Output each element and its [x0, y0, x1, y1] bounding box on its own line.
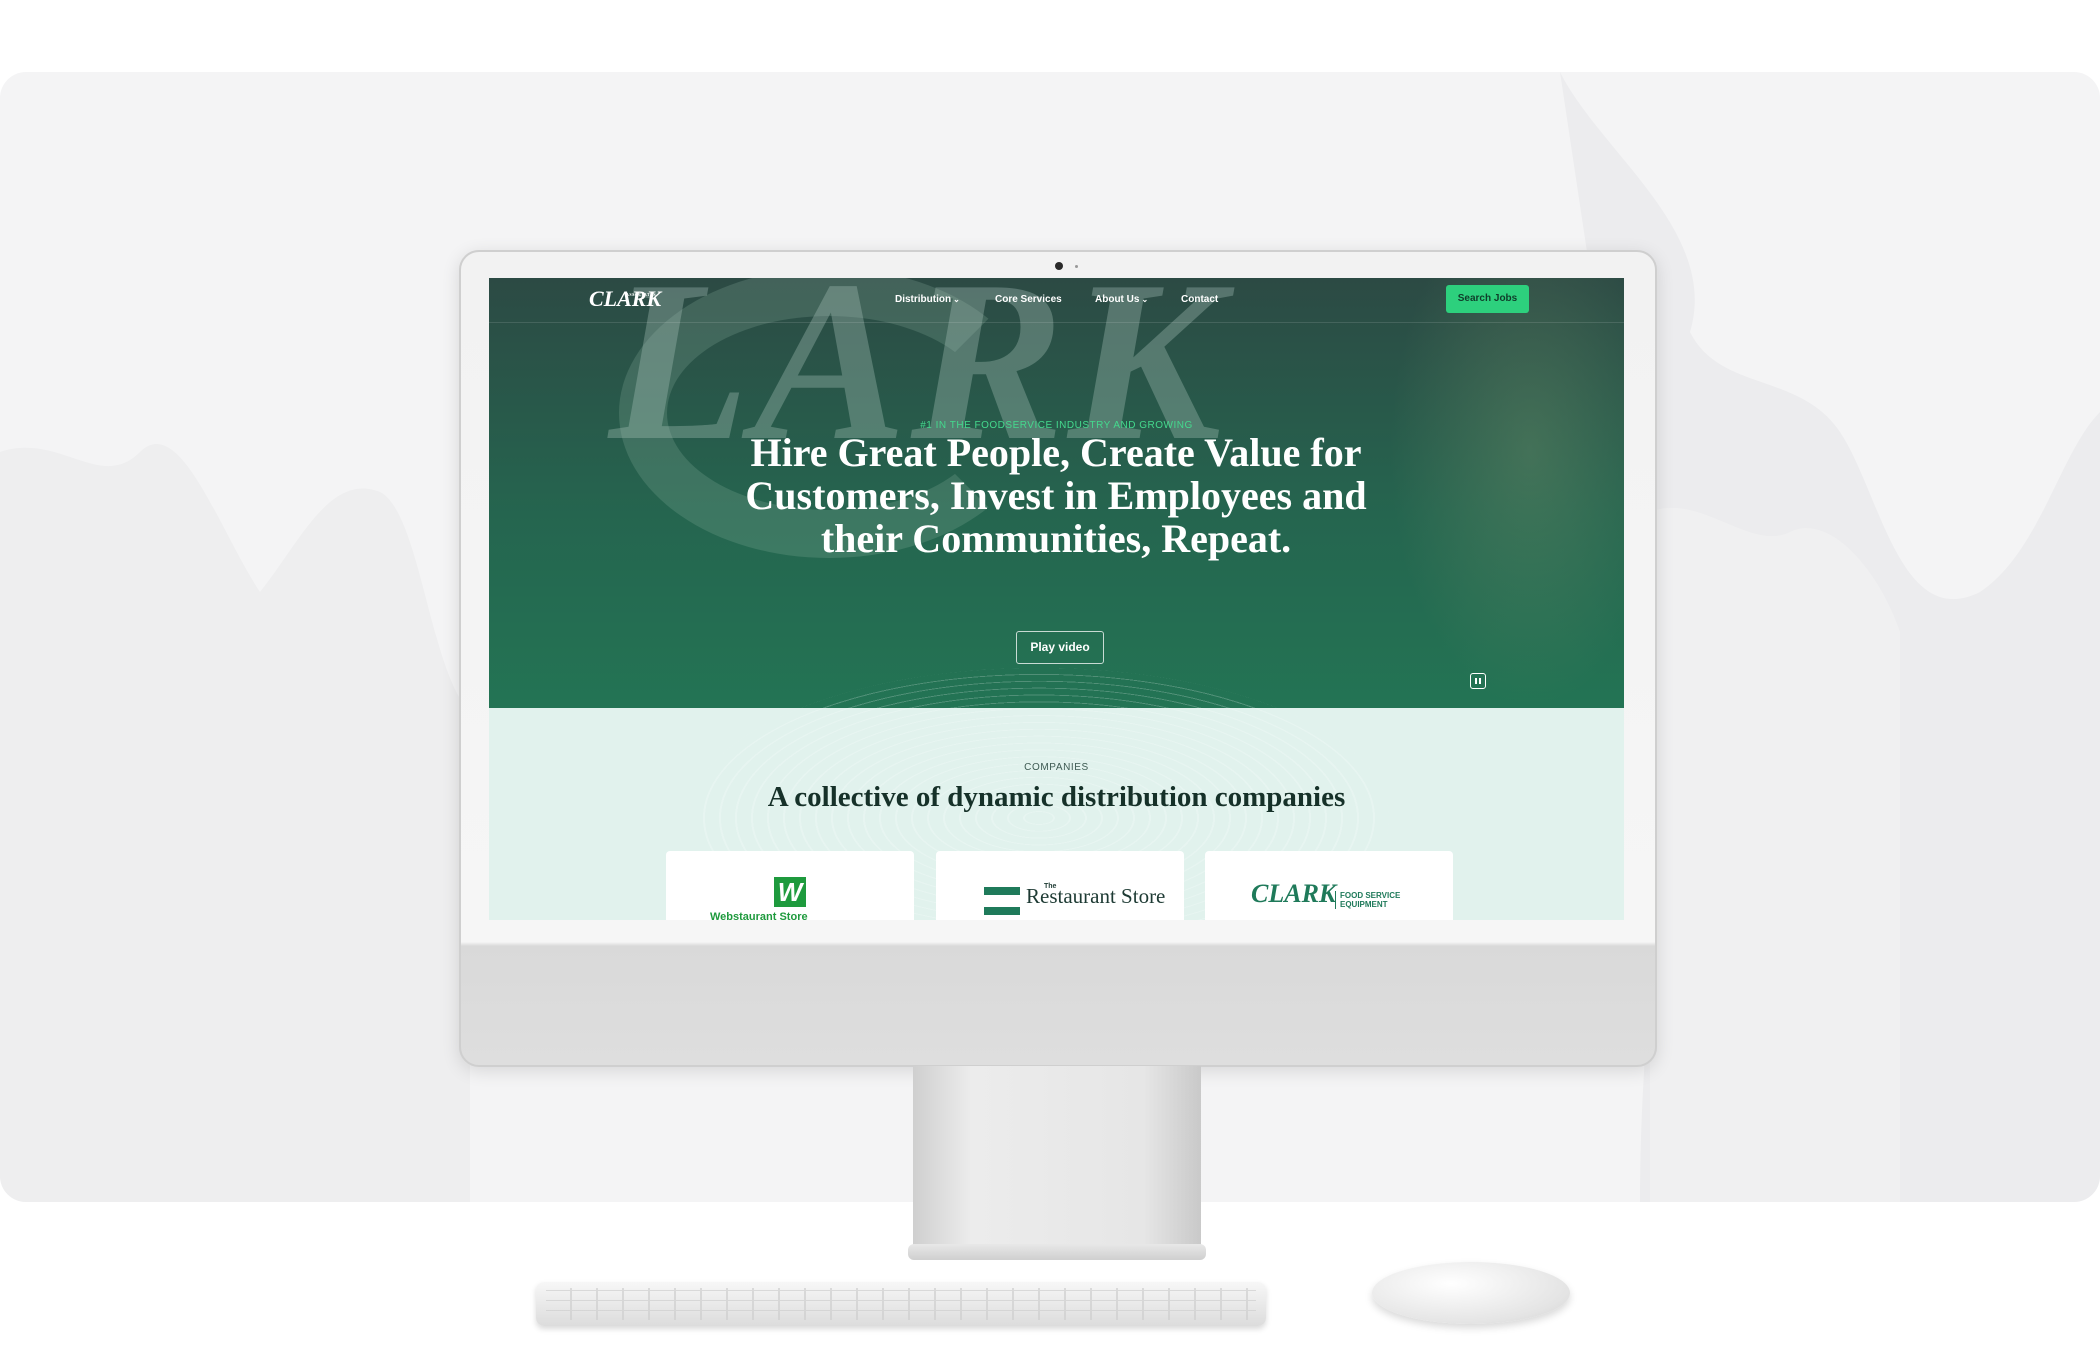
companies-eyebrow: COMPANIES — [1024, 762, 1089, 773]
nav-item-label: About Us — [1095, 294, 1140, 305]
imac-stand-foot — [908, 1244, 1206, 1260]
webstaurant-logo-text: Webstaurant Store — [710, 911, 808, 920]
chevron-down-icon: ⌄ — [953, 295, 960, 304]
imac-stand — [913, 1066, 1201, 1259]
webstaurant-logo-mark: W — [774, 877, 806, 907]
nav-item-label: Core Services — [995, 294, 1062, 305]
website-screen: LARK ASSOCIATES CLARK Distribution ⌄ Core… — [489, 278, 1624, 920]
companies-section: COMPANIES A collective of dynamic distri… — [489, 668, 1624, 920]
logo-subtitle: ASSOCIATES — [626, 292, 657, 297]
hero-headline: Hire Great People, Create Value for Cust… — [745, 430, 1367, 561]
play-video-button[interactable]: Play video — [1016, 631, 1104, 664]
restaurant-store-icon — [984, 887, 1020, 915]
companies-title: A collective of dynamic distribution com… — [767, 781, 1346, 813]
keyboard-keys — [546, 1288, 1256, 1320]
clark-fse-subtitle: FOOD SERVICE EQUIPMENT — [1335, 891, 1420, 909]
clark-fse-logo-text: CLARK — [1251, 879, 1337, 908]
camera-indicator — [1075, 265, 1078, 268]
top-navigation: ASSOCIATES CLARK Distribution ⌄ Core Serv… — [489, 278, 1624, 323]
nav-item-contact[interactable]: Contact — [1181, 292, 1218, 308]
camera-icon — [1055, 262, 1063, 270]
nav-item-label: Distribution — [895, 294, 952, 305]
nav-item-distribution[interactable]: Distribution ⌄ — [895, 292, 960, 308]
nav-item-about-us[interactable]: About Us ⌄ — [1095, 292, 1148, 308]
clark-logo[interactable]: ASSOCIATES CLARK — [589, 284, 661, 314]
pause-icon[interactable] — [1470, 673, 1486, 689]
hero-section: LARK ASSOCIATES CLARK Distribution ⌄ Core… — [489, 278, 1624, 708]
search-jobs-button[interactable]: Search Jobs — [1446, 285, 1529, 313]
company-card-webstaurant[interactable]: W Webstaurant Store — [666, 851, 914, 920]
company-card-restaurant-store[interactable]: The Restaurant Store — [936, 851, 1184, 920]
restaurant-store-logo-text: Restaurant Store — [1026, 884, 1166, 908]
keyboard — [536, 1282, 1266, 1326]
company-card-clark-food-service[interactable]: CLARK FOOD SERVICE EQUIPMENT — [1205, 851, 1453, 920]
mouse — [1372, 1262, 1570, 1324]
hero-image-overlay — [1389, 278, 1624, 708]
chevron-down-icon: ⌄ — [1141, 295, 1149, 304]
nav-item-label: Contact — [1181, 294, 1219, 305]
nav-item-core-services[interactable]: Core Services — [995, 292, 1062, 308]
